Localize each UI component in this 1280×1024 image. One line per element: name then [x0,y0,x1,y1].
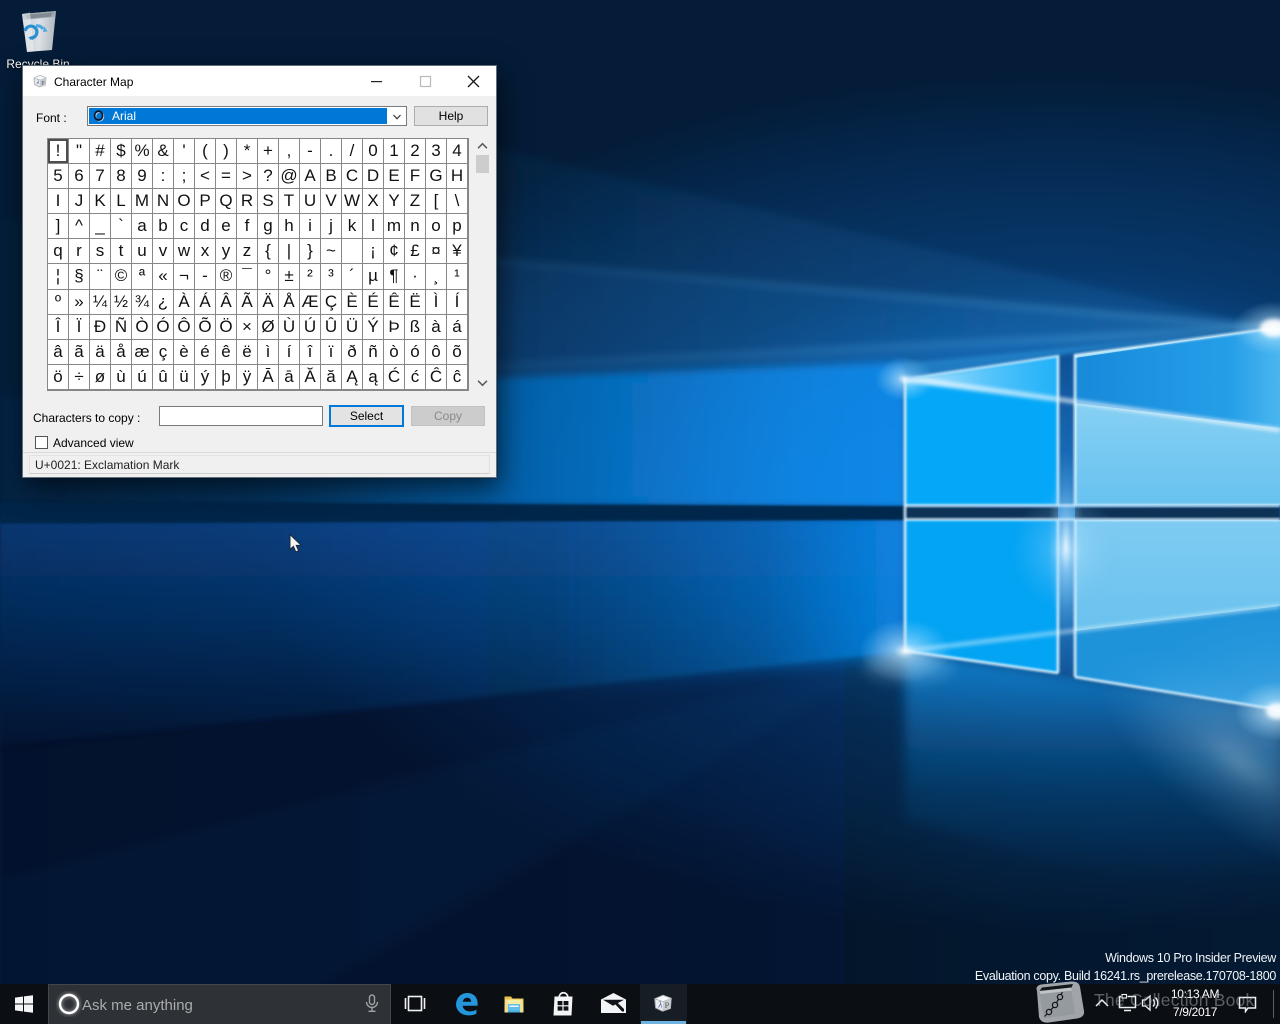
svg-text:λ: λ [36,79,40,86]
svg-text:P: P [665,1001,670,1010]
svg-text:λ: λ [657,999,662,1009]
